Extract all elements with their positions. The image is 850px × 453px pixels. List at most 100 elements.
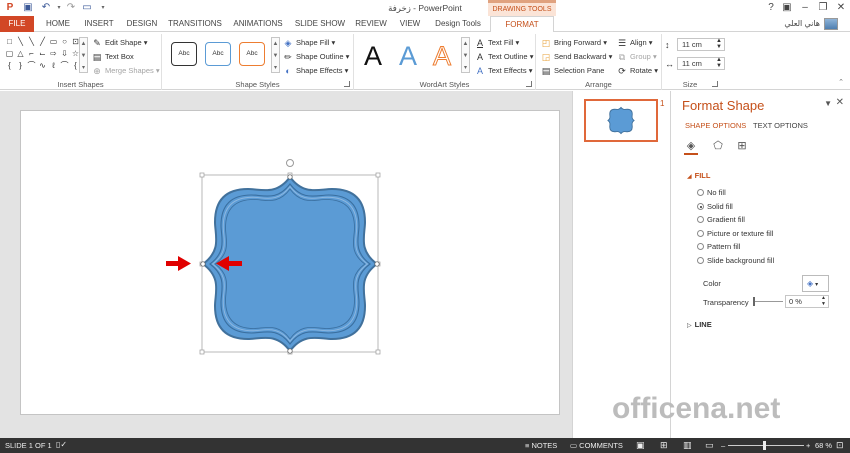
- transparency-slider-thumb[interactable]: [753, 297, 755, 306]
- tab-file[interactable]: FILE: [0, 16, 34, 32]
- radio-button-selected[interactable]: [697, 203, 704, 210]
- selection-pane-button[interactable]: ▤ Selection Pane: [541, 65, 605, 77]
- size-properties-icon[interactable]: ⊞: [735, 139, 749, 153]
- scribble-shape-icon[interactable]: ℓ: [48, 60, 59, 72]
- help-button[interactable]: ?: [764, 1, 778, 15]
- radio-button[interactable]: [697, 189, 704, 196]
- rectangle-shape-icon[interactable]: □: [4, 36, 15, 48]
- align-button[interactable]: ☰ Align ▾: [617, 37, 653, 49]
- rotate-handle-icon[interactable]: [286, 159, 294, 167]
- tab-insert[interactable]: INSERT: [80, 16, 118, 32]
- corner-shape-icon[interactable]: ⌐: [26, 48, 37, 60]
- zoom-out-icon[interactable]: –: [721, 441, 725, 450]
- fill-option-no-fill[interactable]: No fill: [697, 187, 726, 198]
- tab-design-tools[interactable]: Design Tools: [430, 16, 486, 32]
- fill-option-pattern-fill[interactable]: Pattern fill: [697, 241, 740, 252]
- tab-home[interactable]: HOME: [40, 16, 76, 32]
- line-shape-icon[interactable]: ╱: [37, 36, 48, 48]
- fit-to-window-icon[interactable]: ⊡: [836, 440, 844, 451]
- transparency-input[interactable]: 0 % ▲ ▼: [785, 295, 829, 308]
- arrow-shape-icon[interactable]: ⇨: [48, 48, 59, 60]
- freeform-shape-icon[interactable]: ∿: [37, 60, 48, 72]
- more-icon[interactable]: ▾: [80, 62, 87, 74]
- rectangle-shape-icon[interactable]: ▭: [48, 36, 59, 48]
- scroll-down-icon[interactable]: ▼: [272, 50, 279, 62]
- tab-view[interactable]: VIEW: [394, 16, 426, 32]
- radio-button[interactable]: [697, 230, 704, 237]
- radio-button[interactable]: [697, 257, 704, 264]
- text-fill-button[interactable]: A Text Fill ▾: [475, 37, 519, 49]
- wordart-launcher-icon[interactable]: [526, 81, 532, 87]
- tab-text-options[interactable]: TEXT OPTIONS: [753, 121, 808, 130]
- shape-style-thumb[interactable]: Abc: [239, 42, 265, 66]
- avatar[interactable]: [824, 18, 838, 30]
- fill-option-picture-texture-fill[interactable]: Picture or texture fill: [697, 228, 773, 239]
- rotate-button[interactable]: ⟳ Rotate ▾: [617, 65, 658, 77]
- fill-line-icon[interactable]: ◈: [684, 139, 698, 155]
- edit-shape-button[interactable]: ✎ Edit Shape ▾: [92, 37, 147, 49]
- triangle-shape-icon[interactable]: △: [15, 48, 26, 60]
- reading-view-icon[interactable]: ▥: [683, 440, 692, 451]
- width-spinner-icon[interactable]: ▲ ▼: [716, 57, 722, 69]
- merge-shapes-button[interactable]: ⊕ Merge Shapes ▾: [92, 65, 159, 77]
- more-icon[interactable]: ▾: [272, 62, 279, 74]
- zoom-slider-thumb[interactable]: [763, 441, 766, 450]
- bring-forward-button[interactable]: ◰ Bring Forward ▾: [541, 37, 607, 49]
- slide-canvas[interactable]: [20, 110, 560, 415]
- notes-button[interactable]: ≡ NOTES: [525, 441, 557, 450]
- restore-button[interactable]: ❐: [816, 1, 830, 15]
- scroll-up-icon[interactable]: ▲: [462, 38, 469, 50]
- height-spinner-icon[interactable]: ▲ ▼: [716, 38, 722, 50]
- tab-slide-show[interactable]: SLIDE SHOW: [292, 16, 348, 32]
- oval-shape-icon[interactable]: ○: [59, 36, 70, 48]
- tab-animations[interactable]: ANIMATIONS: [228, 16, 288, 32]
- radio-button[interactable]: [697, 243, 704, 250]
- comments-button[interactable]: ▭ COMMENTS: [570, 441, 623, 450]
- tab-design[interactable]: DESIGN: [122, 16, 162, 32]
- shape-outline-button[interactable]: ✏ Shape Outline ▾: [283, 51, 349, 63]
- text-effects-button[interactable]: A Text Effects ▾: [475, 65, 533, 77]
- curve-shape-icon[interactable]: ⌒: [26, 60, 37, 72]
- collapse-ribbon-icon[interactable]: ⌃: [838, 78, 844, 86]
- brace-shape-icon[interactable]: }: [15, 60, 26, 72]
- shape-height-input[interactable]: 11 cm ▲ ▼: [677, 38, 725, 51]
- shape-styles-scroll[interactable]: ▲ ▼ ▾: [271, 37, 280, 73]
- tab-format[interactable]: FORMAT: [490, 16, 554, 33]
- shape-styles-launcher-icon[interactable]: [344, 81, 350, 87]
- shapes-gallery-scroll[interactable]: ▲ ▼ ▾: [79, 37, 88, 73]
- scroll-down-icon[interactable]: ▼: [462, 50, 469, 62]
- shape-style-thumb[interactable]: Abc: [171, 42, 197, 66]
- elbow-shape-icon[interactable]: ⌙: [37, 48, 48, 60]
- group-button[interactable]: ⧉ Group ▾: [617, 51, 657, 63]
- slide-thumbnail[interactable]: [584, 99, 658, 142]
- transparency-spinner-icon[interactable]: ▲ ▼: [821, 295, 826, 307]
- transparency-slider[interactable]: [753, 301, 783, 302]
- wordart-blue-sample[interactable]: A: [393, 40, 423, 72]
- normal-view-icon[interactable]: ▣: [636, 440, 645, 451]
- fill-section-header[interactable]: ◢ FILL: [687, 171, 710, 180]
- shape-style-thumb[interactable]: Abc: [205, 42, 231, 66]
- zoom-in-icon[interactable]: +: [806, 441, 810, 450]
- fill-option-slide-background-fill[interactable]: Slide background fill: [697, 255, 774, 266]
- brace-shape-icon[interactable]: {: [4, 60, 15, 72]
- spell-check-icon[interactable]: ▯✓: [56, 440, 67, 449]
- shape-fill-button[interactable]: ◈ Shape Fill ▾: [283, 37, 336, 49]
- close-window-button[interactable]: ✕: [834, 1, 848, 15]
- tab-shape-options[interactable]: SHAPE OPTIONS: [685, 121, 746, 130]
- text-outline-button[interactable]: A Text Outline ▾: [475, 51, 533, 63]
- shape-effects-button[interactable]: ◐ Shape Effects ▾: [283, 65, 348, 77]
- line-shape-icon[interactable]: ╲: [26, 36, 37, 48]
- arc-shape-icon[interactable]: ⌒: [59, 60, 70, 72]
- fill-option-solid-fill[interactable]: Solid fill: [697, 201, 733, 212]
- down-arrow-shape-icon[interactable]: ⇩: [59, 48, 70, 60]
- more-icon[interactable]: ▾: [462, 62, 469, 74]
- wordart-scroll[interactable]: ▲ ▼ ▾: [461, 37, 470, 73]
- radio-button[interactable]: [697, 216, 704, 223]
- ribbon-display-options-icon[interactable]: ▣: [780, 1, 794, 15]
- rectangle-shape-icon[interactable]: ▢: [4, 48, 15, 60]
- send-backward-button[interactable]: ◲ Send Backward ▾: [541, 51, 613, 63]
- scroll-down-icon[interactable]: ▼: [80, 50, 87, 62]
- scroll-up-icon[interactable]: ▲: [272, 38, 279, 50]
- line-shape-icon[interactable]: ╲: [15, 36, 26, 48]
- size-launcher-icon[interactable]: [712, 81, 718, 87]
